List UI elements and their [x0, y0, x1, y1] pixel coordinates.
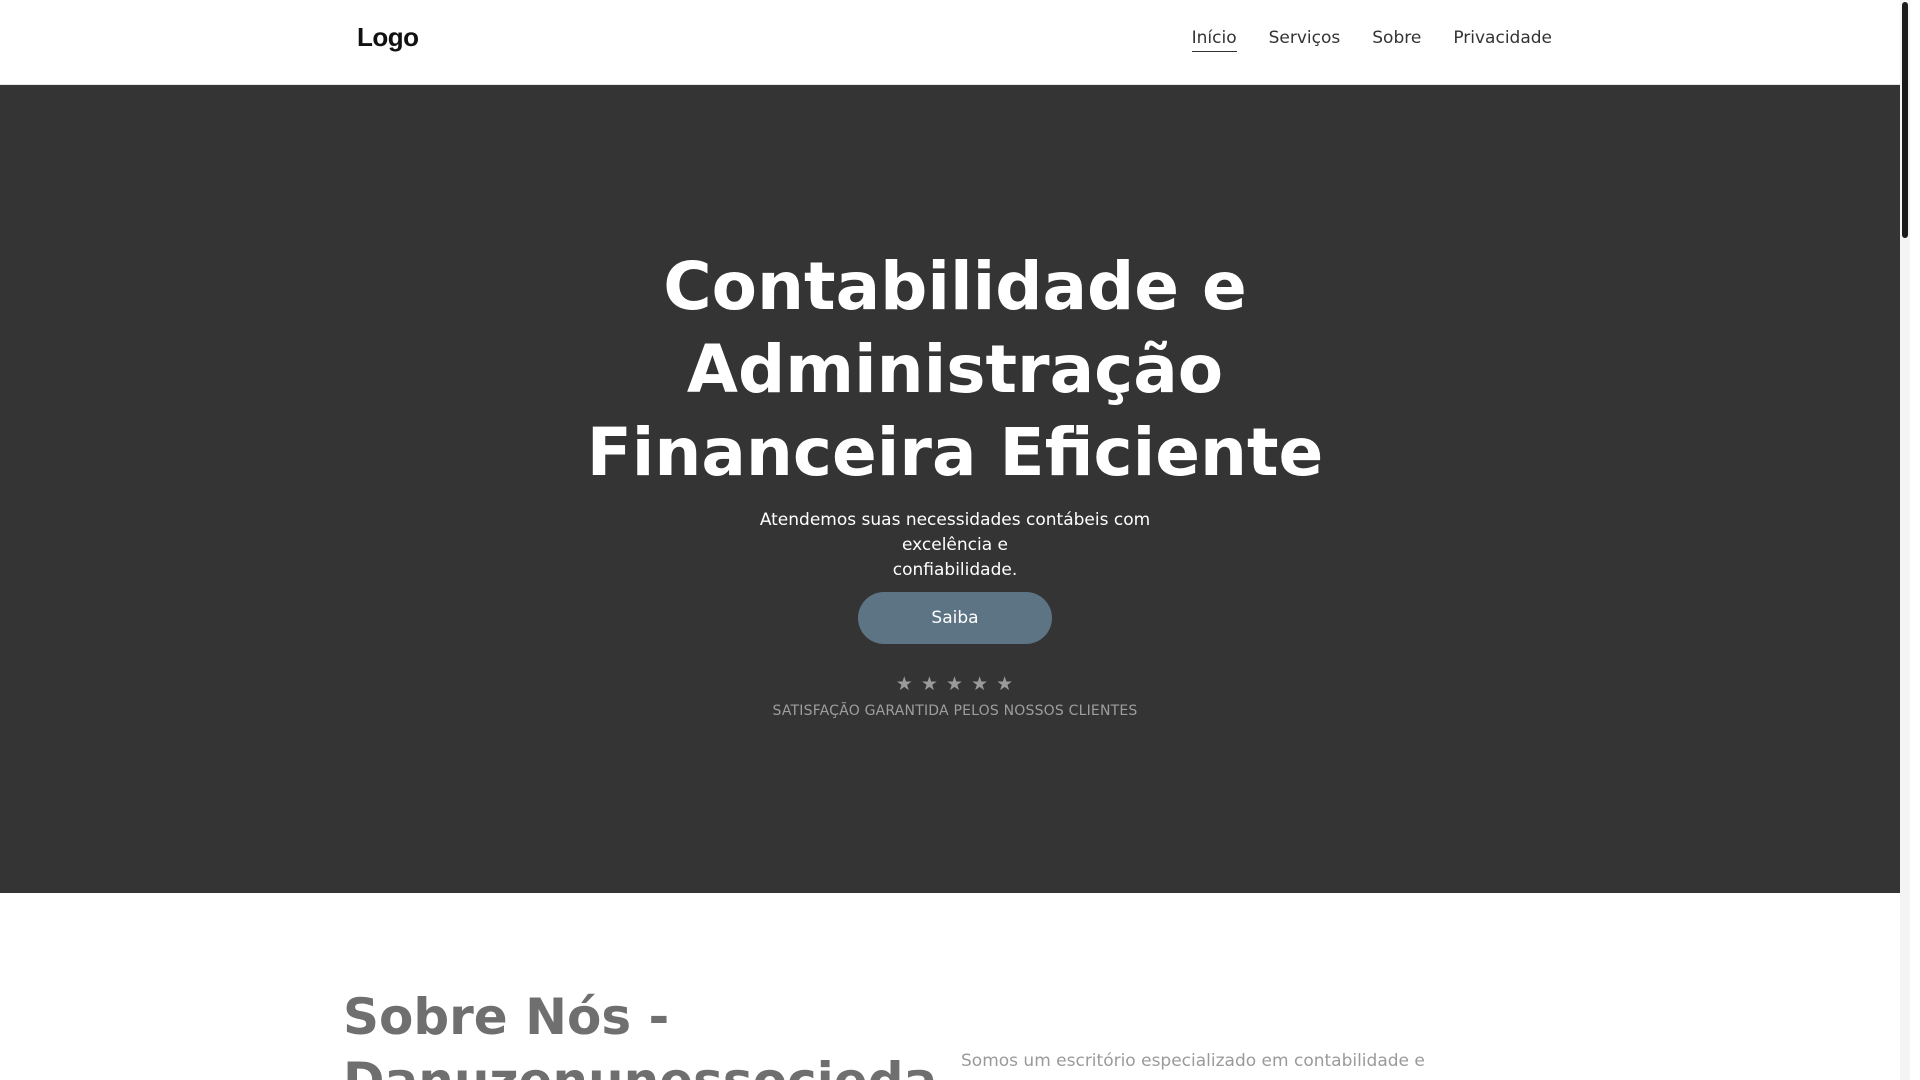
scrollbar-thumb[interactable]	[1902, 2, 1908, 238]
main-nav: Início Serviços Sobre Privacidade	[1191, 28, 1552, 52]
star-icon: ★	[945, 673, 965, 695]
nav-item-sobre[interactable]: Sobre	[1372, 28, 1421, 52]
star-icon: ★	[920, 673, 939, 695]
saiba-button[interactable]: Saiba	[858, 592, 1052, 644]
star-icon: ★	[996, 673, 1015, 695]
about-title-line-2: Danuzenunessocieda	[343, 1052, 937, 1080]
hero-tagline: SATISFAÇÃO GARANTIDA PELOS NOSSOS CLIENT…	[772, 703, 1138, 719]
hero-subtitle-line-1: Atendemos suas necessidades contábeis co…	[759, 510, 1151, 555]
star-icon: ★	[895, 673, 914, 695]
nav-item-inicio[interactable]: Início	[1191, 28, 1237, 52]
hero-section: Contabilidade e Administração Financeira…	[0, 85, 1910, 893]
star-icon: ★	[971, 673, 990, 695]
nav-item-servicos[interactable]: Serviços	[1269, 28, 1341, 52]
hero-title-line-1: Contabilidade e	[663, 248, 1247, 325]
hero-title-line-2: Administração	[686, 331, 1224, 408]
about-text: Somos um escritório especializado em con…	[961, 1051, 1425, 1071]
hero-title: Contabilidade e Administração Financeira…	[555, 245, 1355, 494]
page: Logo Início Serviços Sobre Privacidade C…	[0, 0, 1910, 1080]
site-header: Logo Início Serviços Sobre Privacidade	[0, 0, 1910, 85]
about-title: Sobre Nós - Danuzenunessocieda	[343, 985, 943, 1080]
rating-stars: ★ ★ ★ ★ ★	[855, 673, 1055, 695]
about-title-line-1: Sobre Nós -	[343, 988, 670, 1046]
page-scrollbar[interactable]	[1900, 0, 1910, 1080]
hero-subtitle: Atendemos suas necessidades contábeis co…	[715, 508, 1195, 583]
nav-item-privacidade[interactable]: Privacidade	[1453, 28, 1552, 52]
hero-title-line-3: Financeira Eficiente	[586, 414, 1324, 491]
hero-subtitle-line-2: confiabilidade.	[892, 560, 1018, 580]
logo[interactable]: Logo	[357, 22, 419, 53]
